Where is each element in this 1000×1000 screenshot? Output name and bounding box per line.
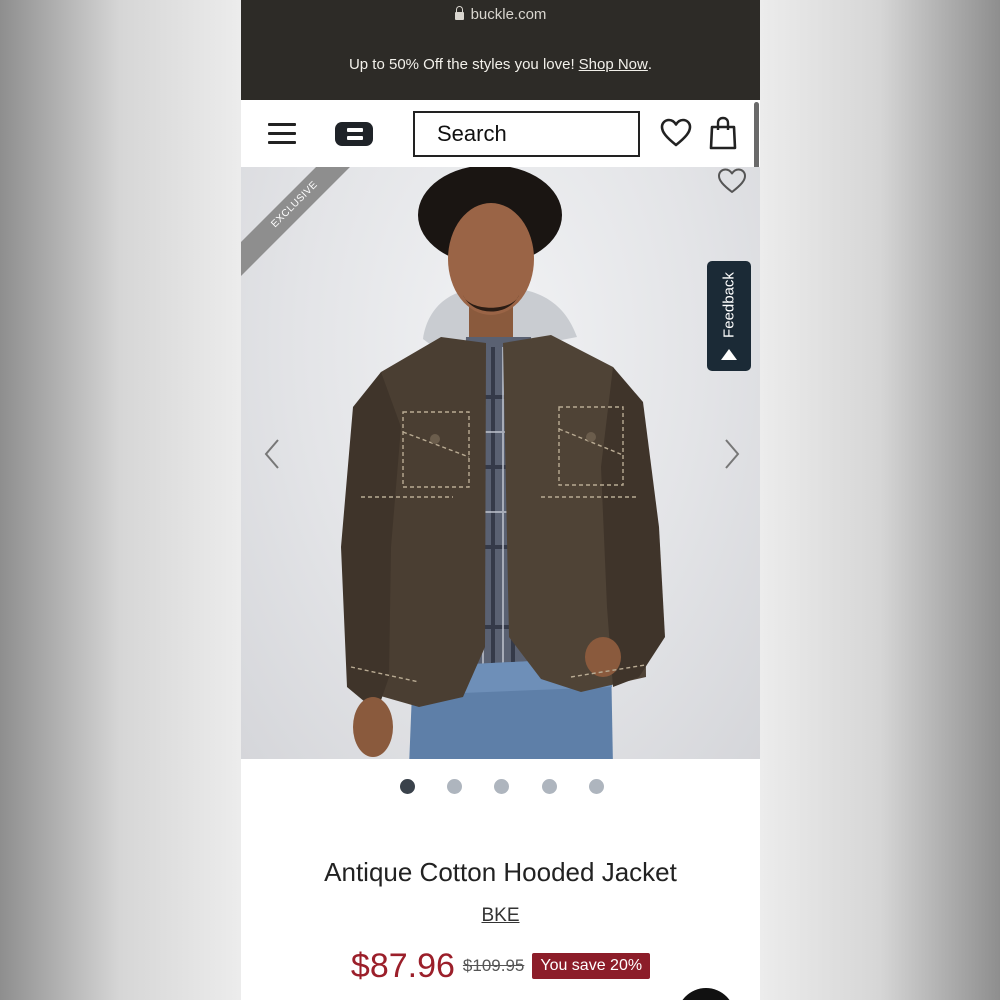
lock-icon [454,6,464,20]
product-title: Antique Cotton Hooded Jacket [324,857,677,887]
mobile-page: buckle.com Up to 50% Off the styles you … [241,0,760,1000]
sale-price: $87.96 [350,946,455,985]
search-input[interactable]: Search [413,111,640,157]
search-placeholder: Search [437,121,507,146]
carousel-dot[interactable] [589,779,604,794]
buckle-logo[interactable] [335,122,373,146]
browser-url-bar[interactable]: buckle.com [241,0,760,28]
original-price: $109.95 [462,956,525,975]
promo-text: Up to 50% Off the styles you love! [348,55,575,73]
feedback-label: Feedback [720,272,738,338]
savings-badge: You save 20% [532,953,651,979]
chat-button[interactable] [677,988,735,1000]
heart-icon[interactable] [660,118,692,148]
price-row: $87.96 $109.95 You save 20% [241,944,760,988]
carousel-dot[interactable] [542,779,557,794]
promo-period: . [647,55,653,73]
brand-link[interactable]: BKE [241,905,760,927]
triangle-up-icon [721,349,737,360]
chevron-right-icon[interactable] [721,437,743,471]
shop-now-link[interactable]: Shop Now [579,56,648,73]
hamburger-icon[interactable] [268,123,296,144]
product-photo [341,167,665,759]
carousel-dot[interactable] [494,779,509,794]
site-header: Search [241,100,760,167]
carousel-dot[interactable] [447,779,462,794]
url-text: buckle.com [470,5,547,23]
product-image-carousel[interactable]: EXCLUSIVE Feedback [241,167,760,759]
chevron-left-icon[interactable] [261,437,283,471]
wishlist-heart-icon[interactable] [716,167,748,195]
promo-banner: Up to 50% Off the styles you love! Shop … [241,28,760,100]
feedback-tab[interactable]: Feedback [707,261,751,371]
carousel-dot[interactable] [400,779,415,794]
shopping-bag-icon[interactable] [709,116,737,150]
carousel-dots [241,777,760,795]
